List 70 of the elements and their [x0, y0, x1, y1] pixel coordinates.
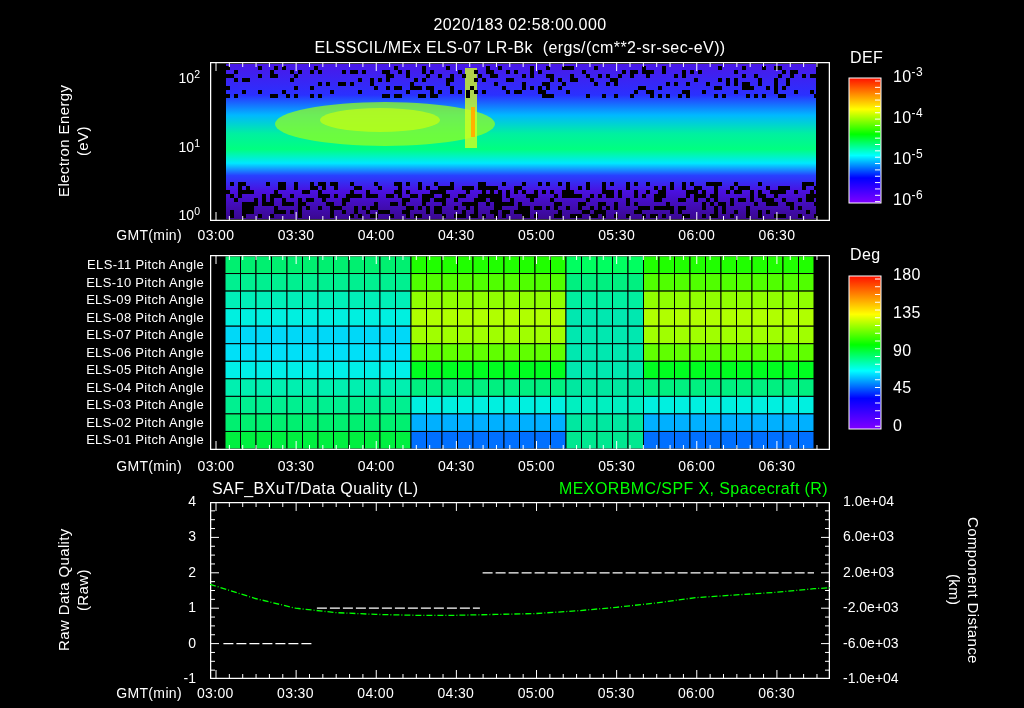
row-label: ELS-03 Pitch Angle — [85, 398, 204, 412]
tick-label: -1.0e+04 — [843, 671, 899, 685]
axis-label: GMT(min) — [115, 226, 182, 245]
tick-label: 06:00 — [677, 226, 717, 245]
colorbar-title: Deg — [850, 245, 881, 265]
tick-label: 06:30 — [757, 226, 797, 245]
row-label: ELS-01 Pitch Angle — [85, 433, 204, 447]
tick-label: 04:30 — [436, 457, 476, 476]
tick-label: 10$^{2}$ — [177, 71, 200, 85]
tick-label: 03:00 — [196, 457, 236, 476]
tick-label: 06:00 — [676, 684, 716, 703]
tick-label: 03:00 — [195, 684, 235, 703]
colorbar-label: 180 — [893, 267, 921, 283]
colorbar-label: 45 — [893, 380, 912, 397]
plot-timestamp: 2020/183 02:58:00.000 — [432, 15, 608, 35]
tick-label: 04:30 — [436, 226, 476, 245]
tick-label: -6.0e+03 — [843, 635, 899, 650]
tick-label: 04:00 — [356, 684, 396, 703]
tick-label: 4 — [187, 494, 196, 508]
tick-label: 04:30 — [436, 684, 476, 703]
colorbar-label: 10$^{-6}$ — [893, 192, 924, 208]
row-label: ELS-11 Pitch Angle — [86, 258, 204, 271]
tick-label: 05:30 — [597, 457, 637, 476]
tick-label: 05:00 — [516, 684, 556, 703]
row-label: ELS-04 Pitch Angle — [85, 380, 204, 394]
tick-label: 06:30 — [757, 457, 797, 476]
row-label: ELS-08 Pitch Angle — [85, 310, 204, 324]
row-label: ELS-02 Pitch Angle — [85, 415, 204, 429]
colorbar-label: 90 — [893, 342, 912, 359]
tick-label: 05:30 — [597, 226, 637, 245]
row-label: ELS-09 Pitch Angle — [85, 293, 204, 307]
tick-label: 03:30 — [276, 684, 315, 703]
tick-label: 05:30 — [596, 684, 636, 703]
tick-label: 05:00 — [517, 226, 556, 245]
axis-label: Raw Data Quality (Raw) — [55, 527, 92, 654]
axis-label: GMT(min) — [115, 684, 182, 703]
axis-label: Electron Energy (eV) — [55, 83, 92, 200]
colorbar-label: 10$^{-5}$ — [893, 151, 924, 167]
tick-label: -1 — [182, 671, 196, 685]
tick-label: 0 — [187, 635, 196, 650]
tick-label: 2 — [187, 564, 196, 579]
series-title: MEXORBMC/SPF X, Spacecraft (R) — [559, 479, 828, 499]
tick-label: 10$^{0}$ — [177, 208, 200, 222]
row-label: ELS-05 Pitch Angle — [85, 363, 204, 377]
tick-label: 3 — [187, 529, 196, 544]
tick-label: 10$^{1}$ — [177, 140, 200, 154]
colorbar-label: 10$^{-3}$ — [893, 69, 924, 85]
colorbar-label: 135 — [893, 304, 921, 321]
tick-label: 04:00 — [356, 457, 396, 476]
row-label: ELS-06 Pitch Angle — [85, 345, 204, 359]
row-label: ELS-10 Pitch Angle — [85, 275, 204, 289]
axis-label: Component Distance (km) — [945, 515, 982, 665]
tick-label: 2.0e+03 — [843, 564, 894, 579]
colorbar-label: 10$^{-4}$ — [893, 110, 924, 126]
colorbar-label: 0 — [893, 418, 903, 434]
tick-label: 06:30 — [757, 684, 796, 703]
colorbar-title: DEF — [850, 48, 884, 68]
tick-label: 6.0e+03 — [843, 529, 894, 544]
row-label: ELS-07 Pitch Angle — [85, 328, 204, 342]
tick-label: 1.0e+04 — [843, 494, 894, 508]
series-title: SAF_BXuT/Data Quality (L) — [212, 479, 419, 499]
tick-label: 03:00 — [196, 226, 236, 245]
tick-label: 05:00 — [517, 457, 556, 476]
tick-label: 04:00 — [356, 226, 396, 245]
tick-label: 06:00 — [677, 457, 717, 476]
axis-label: GMT(min) — [115, 457, 182, 476]
tick-label: -2.0e+03 — [843, 600, 899, 615]
tick-label: 03:30 — [276, 457, 316, 476]
tick-label: 1 — [187, 600, 196, 615]
tick-label: 03:30 — [276, 226, 316, 245]
